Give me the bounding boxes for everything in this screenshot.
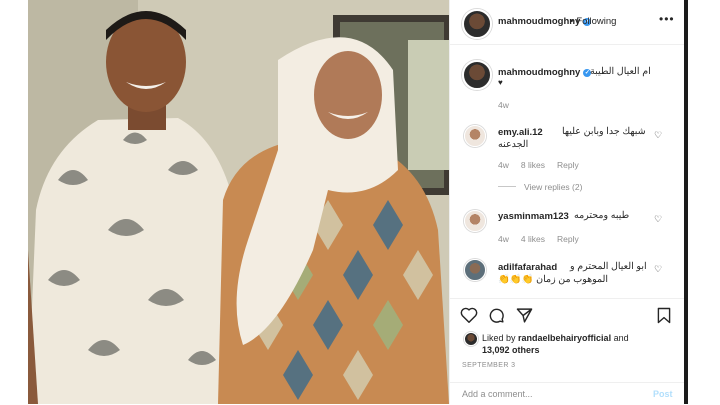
share-icon[interactable] [516, 307, 533, 324]
comment-text: ابو العيال المحترم و [570, 261, 647, 272]
replies-divider [498, 186, 516, 187]
comment-text-line2: الجدعنه [498, 139, 529, 150]
comment-text: طيبه ومحترمه [574, 210, 630, 221]
post-date: SEPTEMBER 3 [462, 362, 516, 369]
post-header: mahmoudmoghny ✓ • Following ••• [450, 0, 685, 45]
comment-age: 4w [498, 234, 509, 244]
author-name-text: mahmoudmoghny [498, 16, 581, 27]
comment-meta: 4w 4 likes Reply [498, 234, 591, 244]
comment-avatar[interactable] [464, 125, 486, 147]
likes-count[interactable]: 13,092 others [482, 345, 540, 355]
author-avatar[interactable] [462, 9, 492, 39]
comment-username[interactable]: emy.ali.12 [498, 127, 543, 138]
post-actions-bar [450, 298, 685, 331]
liked-by-prefix: Liked by [482, 333, 519, 343]
bookmark-icon[interactable] [657, 307, 671, 324]
liked-by-avatar[interactable] [464, 332, 478, 346]
caption-heart: ♥ [498, 78, 503, 87]
caption-author-username[interactable]: mahmoudmoghny ✓ [498, 67, 592, 78]
comment-username[interactable]: yasminmam123 [498, 211, 569, 222]
comment-like-heart-icon[interactable]: ♡ [654, 214, 662, 225]
comment-text-line2: الموهوب من زمان 👏👏👏 [498, 274, 609, 285]
following-label: Following [576, 16, 617, 27]
liked-by-user[interactable]: randaelbehairyofficial [518, 333, 611, 343]
more-options-icon[interactable]: ••• [659, 12, 675, 26]
comment-like-heart-icon[interactable]: ♡ [654, 264, 662, 275]
view-replies-button[interactable]: View replies (2) [498, 182, 582, 192]
comment-icon[interactable] [488, 307, 505, 324]
comment-username[interactable]: adilfafarahad [498, 262, 557, 273]
comment-meta: 4w 8 likes Reply [498, 160, 591, 170]
comment-reply-button[interactable]: Reply [557, 160, 579, 170]
post-sidebar: mahmoudmoghny ✓ • Following ••• mahmoudmog… [449, 0, 685, 404]
comment-text: شبهك جدا وبابن عليها [562, 126, 646, 137]
caption-author-name: mahmoudmoghny [498, 67, 581, 78]
comment-like-heart-icon[interactable]: ♡ [654, 130, 662, 141]
add-comment-input[interactable] [462, 389, 642, 399]
separator-dot: • [570, 16, 574, 27]
comment-bar: Post [450, 382, 685, 405]
comment-likes[interactable]: 4 likes [521, 234, 545, 244]
comment-avatar[interactable] [464, 259, 486, 281]
photo-illustration [28, 0, 449, 404]
comment-likes[interactable]: 8 likes [521, 160, 545, 170]
post-comment-button[interactable]: Post [653, 389, 673, 399]
heart-icon[interactable] [460, 307, 478, 323]
left-backdrop [0, 0, 28, 404]
comment-reply-button[interactable]: Reply [557, 234, 579, 244]
following-status[interactable]: • Following [570, 16, 616, 27]
caption-text: ام العيال الطيبة [590, 66, 651, 77]
liked-by-and: and [611, 333, 629, 343]
view-replies-label: View replies (2) [524, 182, 583, 192]
comment-age: 4w [498, 160, 509, 170]
right-backdrop [688, 0, 720, 404]
post-photo[interactable] [28, 0, 449, 404]
liked-by-text: Liked by randaelbehairyofficial and 13,09… [482, 332, 672, 356]
caption-author-avatar[interactable] [462, 60, 492, 90]
comment-avatar[interactable] [464, 210, 486, 232]
caption-age: 4w [498, 100, 509, 110]
